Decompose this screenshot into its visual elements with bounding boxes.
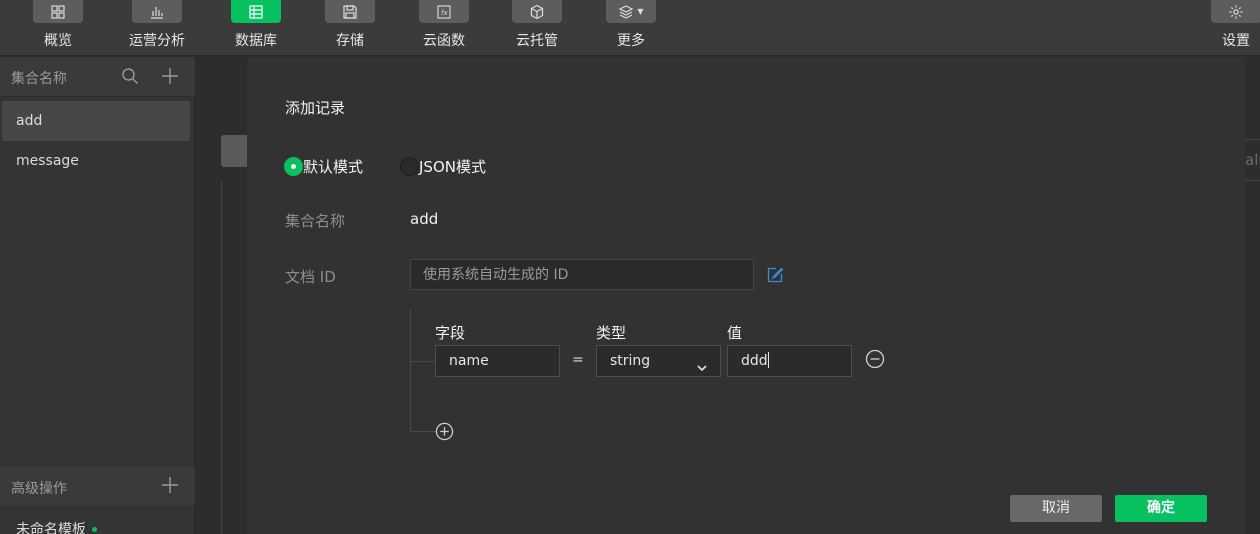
search-icon[interactable] [121, 67, 139, 89]
value-header: 值 [727, 324, 743, 342]
toolbar-label: 数据库 [235, 33, 277, 49]
chevron-down-icon [696, 355, 708, 385]
toolbar-label: 存储 [336, 33, 364, 49]
type-select-value: string [610, 353, 651, 369]
cube-icon [512, 0, 562, 23]
toolbar-analytics[interactable]: 运营分析 [117, 0, 197, 56]
remove-field-icon[interactable] [865, 349, 885, 373]
type-header: 类型 [596, 324, 627, 342]
collection-item-add[interactable]: add [2, 101, 190, 141]
advanced-header: 高级操作 [0, 465, 195, 505]
toolbar-label: 更多 [617, 33, 645, 49]
collection-name-value: add [410, 210, 439, 228]
toolbar-cloud-hosting[interactable]: 云托管 [497, 0, 577, 56]
template-item[interactable]: 未命名模板 [16, 519, 97, 534]
add-template-icon[interactable] [161, 476, 179, 498]
equals-sign: = [572, 352, 584, 368]
top-toolbar: 概览 运营分析 数据库 存储 fx 云函数 云托管 ▼ 更多 设置 [0, 0, 1260, 56]
toolbar-settings[interactable]: 设置 [1196, 0, 1260, 56]
tree-line [410, 309, 411, 432]
edit-icon[interactable] [767, 267, 784, 287]
svg-text:fx: fx [441, 9, 448, 17]
add-record-dialog: 添加记录 默认模式 JSON模式 集合名称 add 文档 ID 字段 类型 值 … [247, 57, 1245, 534]
radio-checked-icon [284, 156, 303, 176]
collection-sidebar: 集合名称 add message 高级操作 未命名模板 [0, 57, 195, 534]
toolbar-overview[interactable]: 概览 [18, 0, 98, 56]
add-field-icon[interactable] [435, 422, 454, 445]
background-button [221, 135, 247, 167]
toolbar-storage[interactable]: 存储 [310, 0, 390, 56]
collection-item-message[interactable]: message [2, 141, 190, 181]
mode-default-radio[interactable]: 默认模式 [284, 156, 363, 176]
save-icon [325, 0, 375, 23]
toolbar-more[interactable]: ▼ 更多 [591, 0, 671, 56]
cancel-button[interactable]: 取消 [1010, 495, 1102, 522]
toolbar-label: 概览 [44, 33, 72, 49]
status-dot [92, 527, 97, 532]
tree-branch [410, 361, 435, 362]
toolbar-label: 运营分析 [129, 33, 185, 49]
collection-name-label: 集合名称 [285, 212, 346, 230]
toolbar-cloud-function[interactable]: fx 云函数 [404, 0, 484, 56]
grid-icon [33, 0, 83, 23]
template-item-label: 未命名模板 [16, 522, 86, 534]
confirm-button[interactable]: 确定 [1115, 495, 1207, 522]
radio-unchecked-icon [400, 156, 419, 176]
gear-icon [1211, 0, 1260, 23]
toolbar-label: 云函数 [423, 33, 465, 49]
field-value-input[interactable]: ddd [727, 345, 852, 377]
toolbar-database[interactable]: 数据库 [216, 0, 296, 56]
database-icon [231, 0, 281, 23]
toolbar-label: 设置 [1222, 33, 1250, 49]
doc-id-label: 文档 ID [285, 268, 336, 286]
bar-chart-icon [132, 0, 182, 23]
text-caret [767, 352, 769, 368]
collection-header-title: 集合名称 [11, 71, 67, 87]
mode-default-label: 默认模式 [303, 157, 364, 176]
function-icon: fx [419, 0, 469, 23]
layers-icon: ▼ [606, 0, 656, 23]
field-name-input[interactable]: name [435, 345, 560, 377]
collection-header: 集合名称 [0, 57, 195, 97]
chevron-down-icon: ▼ [637, 7, 644, 16]
background-field-snippet: alu [1245, 139, 1260, 181]
toolbar-label: 云托管 [516, 33, 558, 49]
dialog-title: 添加记录 [285, 99, 346, 117]
add-collection-icon[interactable] [161, 67, 179, 89]
advanced-header-title: 高级操作 [11, 481, 67, 497]
mode-json-radio[interactable]: JSON模式 [400, 156, 486, 176]
divider [221, 181, 222, 534]
tree-branch [410, 431, 436, 432]
field-header: 字段 [435, 324, 466, 342]
doc-id-input[interactable] [410, 259, 754, 290]
field-value-text: ddd [741, 353, 768, 369]
mode-json-label: JSON模式 [419, 157, 486, 176]
type-select[interactable]: string [596, 345, 721, 377]
